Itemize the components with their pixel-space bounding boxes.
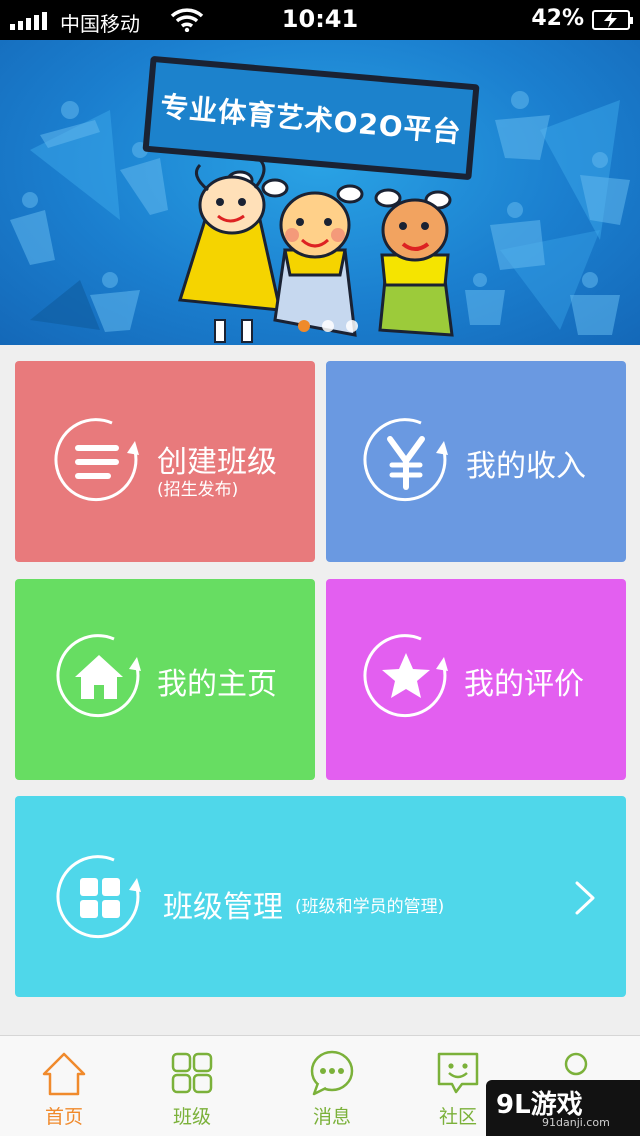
yen-icon bbox=[363, 418, 448, 502]
tab-messages[interactable]: 消息 bbox=[268, 1036, 396, 1136]
home-icon bbox=[42, 1052, 86, 1096]
tab-messages-label: 消息 bbox=[312, 1106, 351, 1128]
create-class-tile[interactable]: 创建班级 (招生发布) bbox=[15, 361, 315, 562]
tab-class[interactable]: 班级 bbox=[128, 1036, 256, 1136]
grid-icon bbox=[56, 855, 141, 939]
class-management-title: 班级管理 bbox=[163, 890, 283, 925]
tab-class-label: 班级 bbox=[172, 1106, 211, 1128]
cartoon-kids-illustration bbox=[178, 160, 454, 343]
grid-icon bbox=[171, 1052, 213, 1094]
create-class-subtitle: (招生发布) bbox=[157, 480, 239, 500]
tab-home-label: 首页 bbox=[44, 1106, 83, 1128]
site-watermark: 9L游戏 91danji.com bbox=[486, 1080, 640, 1136]
house-icon bbox=[56, 634, 141, 718]
battery-icon bbox=[592, 10, 633, 30]
my-review-tile[interactable]: 我的评价 bbox=[326, 579, 626, 780]
promo-banner[interactable]: 专业体育艺术O2O平台 bbox=[0, 40, 640, 345]
smile-message-icon bbox=[437, 1052, 479, 1094]
charging-bolt-icon bbox=[604, 12, 617, 28]
my-homepage-tile[interactable]: 我的主页 bbox=[15, 579, 315, 780]
my-income-tile[interactable]: 我的收入 bbox=[326, 361, 626, 562]
battery-percentage: 42% bbox=[531, 6, 584, 31]
watermark-domain: 91danji.com bbox=[542, 1116, 610, 1129]
my-income-title: 我的收入 bbox=[466, 449, 586, 484]
status-bar: 中国移动 10:41 42% bbox=[0, 0, 640, 40]
tab-home[interactable]: 首页 bbox=[0, 1036, 128, 1136]
class-management-subtitle: (班级和学员的管理) bbox=[295, 897, 445, 917]
chat-bubble-icon bbox=[310, 1050, 354, 1096]
my-homepage-title: 我的主页 bbox=[157, 667, 277, 702]
page-dot[interactable] bbox=[322, 320, 334, 332]
class-management-tile[interactable]: 班级管理 (班级和学员的管理) bbox=[15, 796, 626, 997]
banner-slogan: 专业体育艺术O2O平台 bbox=[158, 89, 463, 150]
my-review-title: 我的评价 bbox=[464, 667, 584, 702]
page-dot-active[interactable] bbox=[298, 320, 310, 332]
list-icon bbox=[54, 418, 139, 502]
star-icon bbox=[363, 634, 448, 718]
chevron-right-icon bbox=[575, 881, 595, 915]
banner-page-indicator[interactable] bbox=[298, 320, 358, 332]
page-dot[interactable] bbox=[346, 320, 358, 332]
